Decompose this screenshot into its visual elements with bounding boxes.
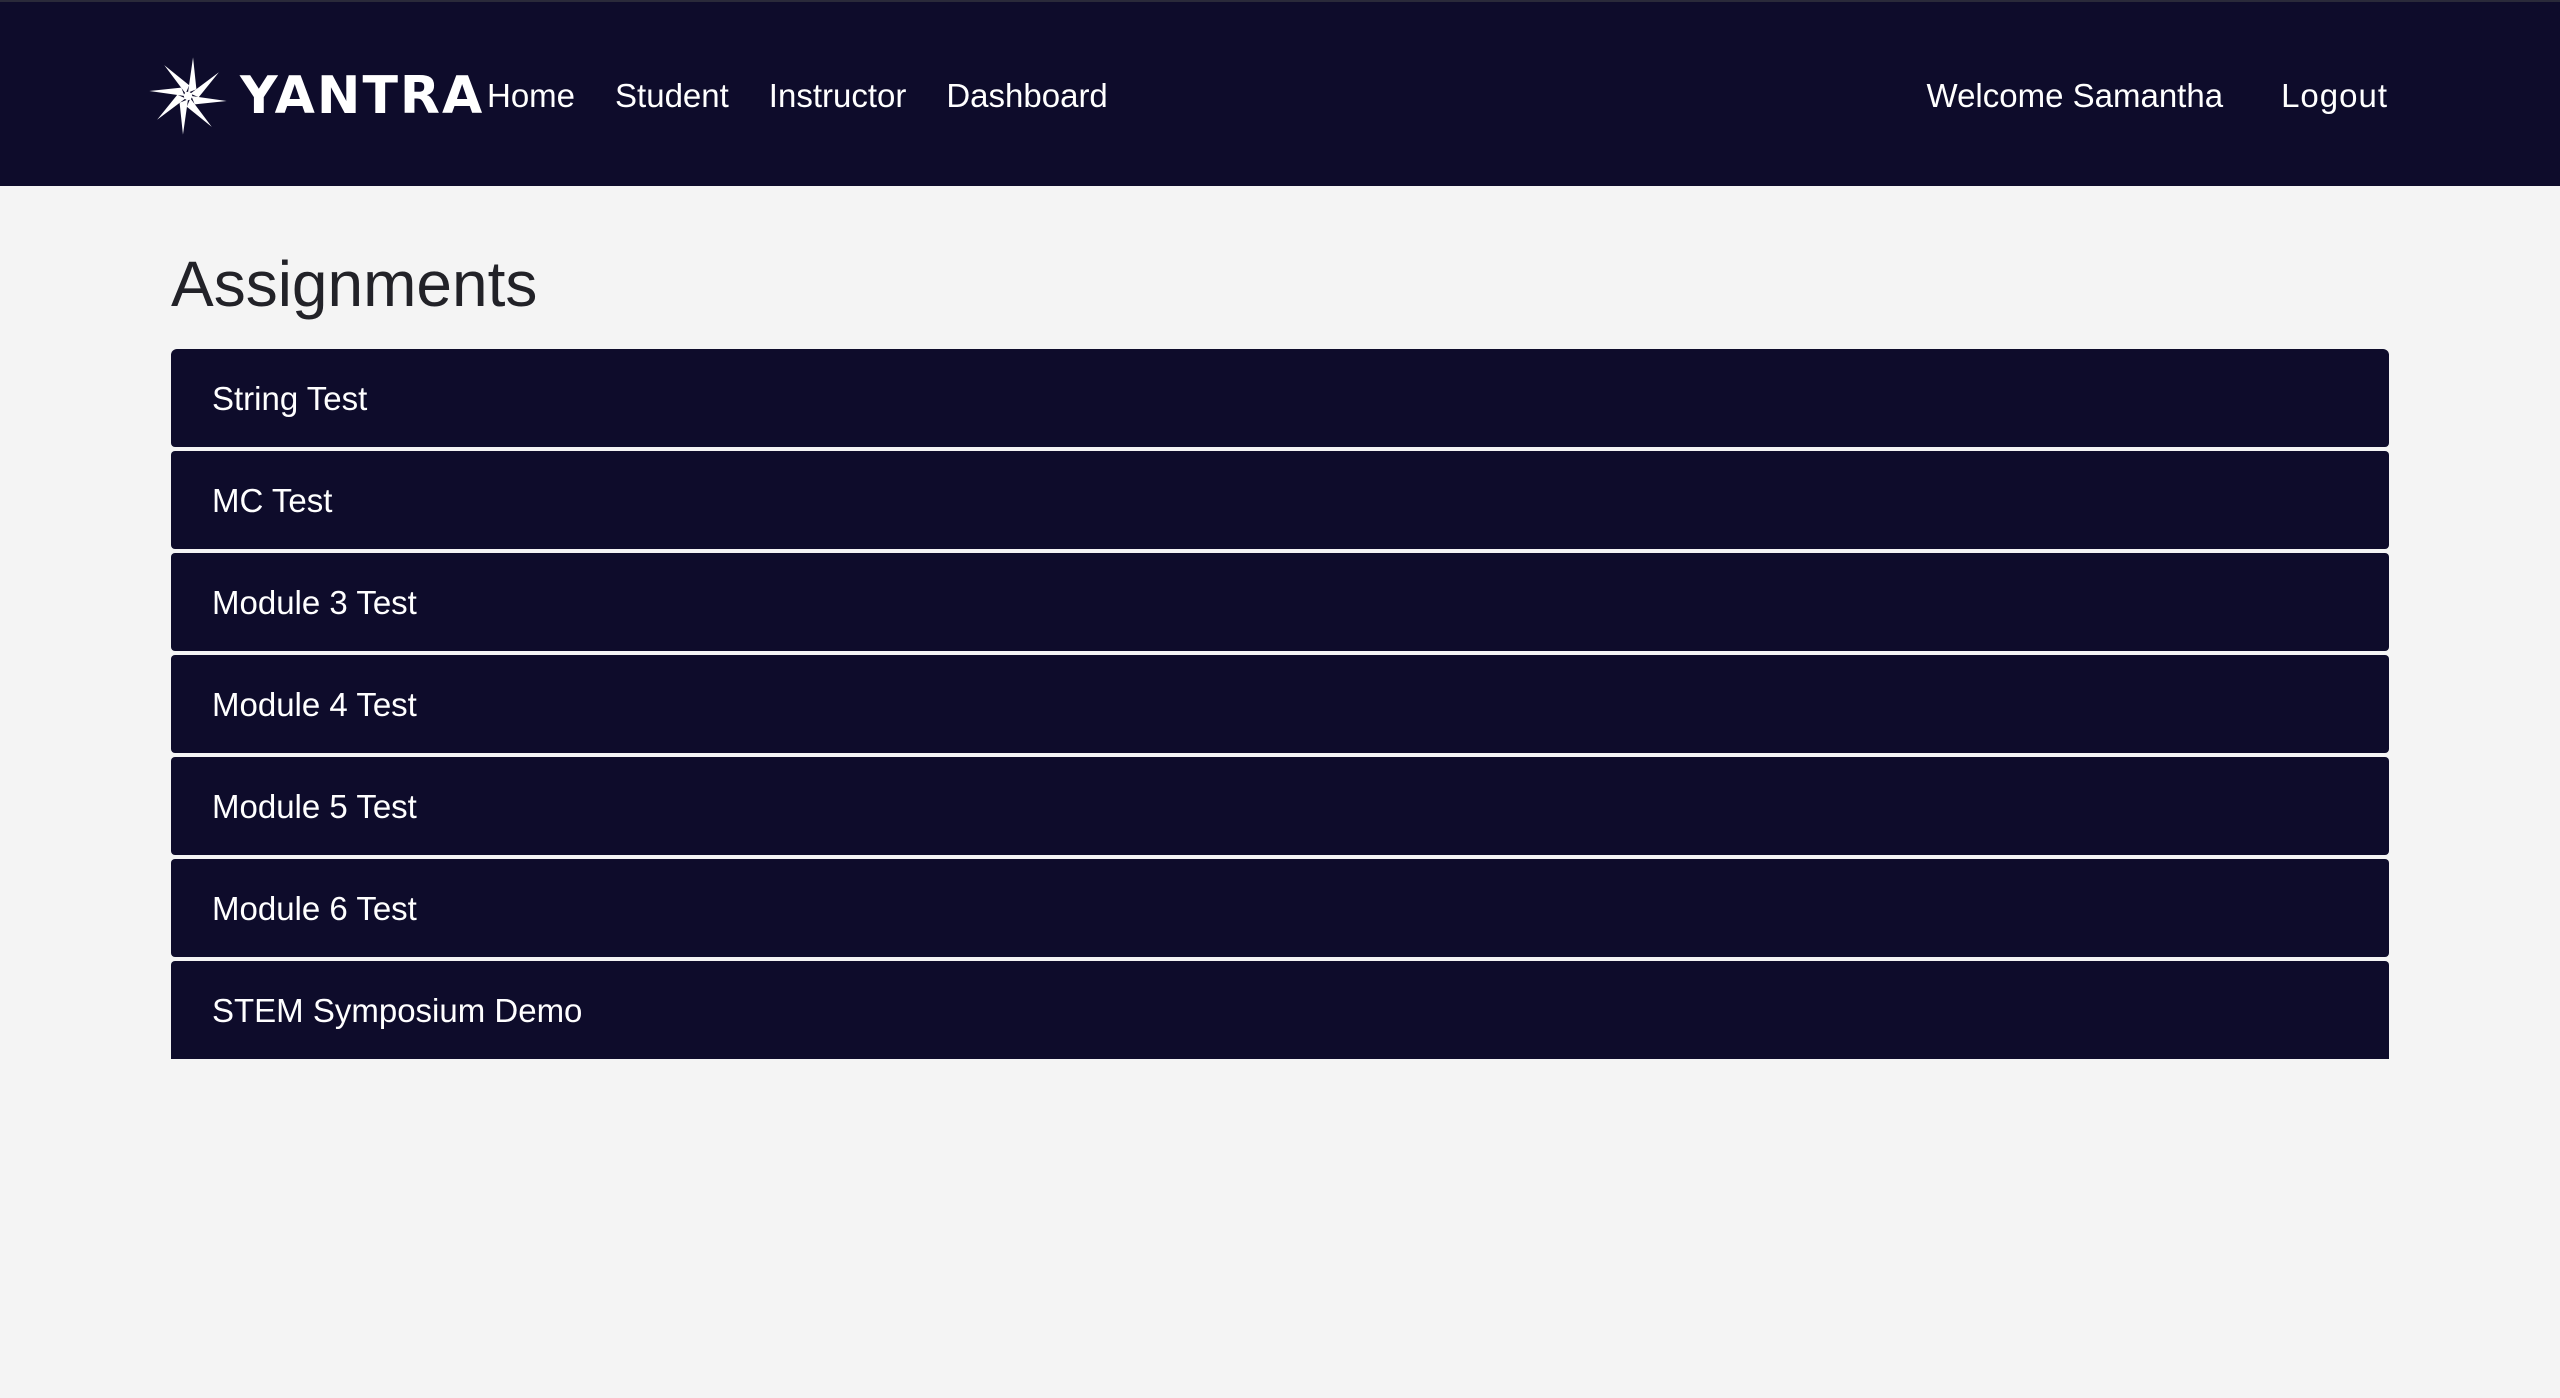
- assignment-item-module-3-test[interactable]: Module 3 Test: [171, 553, 2389, 651]
- brand-name: YANTRA: [240, 66, 485, 126]
- nav-link-student[interactable]: Student: [615, 72, 729, 120]
- main-content: Assignments String Test MC Test Module 3…: [171, 186, 2389, 1059]
- brand-home-link[interactable]: YANTRA: [146, 54, 484, 138]
- assignment-label: String Test: [212, 379, 368, 417]
- assignment-list: String Test MC Test Module 3 Test Module…: [171, 349, 2389, 1059]
- assignment-label: Module 6 Test: [212, 889, 417, 927]
- page-title: Assignments: [171, 248, 538, 320]
- assignment-item-string-test[interactable]: String Test: [171, 349, 2389, 447]
- welcome-text: Welcome Samantha: [1926, 77, 2224, 114]
- assignment-item-module-4-test[interactable]: Module 4 Test: [171, 655, 2389, 753]
- assignment-item-module-5-test[interactable]: Module 5 Test: [171, 757, 2389, 855]
- user-area: Welcome Samantha Logout: [1927, 72, 2388, 120]
- yantra-logo-icon: [149, 57, 227, 135]
- logout-link[interactable]: Logout: [2281, 72, 2388, 120]
- assignment-item-stem-symposium-demo[interactable]: STEM Symposium Demo: [171, 961, 2389, 1059]
- assignment-item-mc-test[interactable]: MC Test: [171, 451, 2389, 549]
- nav-link-home[interactable]: Home: [487, 72, 575, 120]
- assignment-label: Module 4 Test: [212, 685, 417, 723]
- top-navbar: YANTRA Home Student Instructor Dashboard…: [0, 0, 2560, 186]
- main-nav: Home Student Instructor Dashboard: [487, 72, 1108, 120]
- nav-link-instructor[interactable]: Instructor: [769, 72, 907, 120]
- assignment-label: MC Test: [212, 481, 333, 519]
- assignment-item-module-6-test[interactable]: Module 6 Test: [171, 859, 2389, 957]
- nav-link-dashboard[interactable]: Dashboard: [946, 72, 1107, 120]
- assignment-label: Module 3 Test: [212, 583, 417, 621]
- assignment-label: STEM Symposium Demo: [212, 991, 583, 1029]
- assignment-label: Module 5 Test: [212, 787, 417, 825]
